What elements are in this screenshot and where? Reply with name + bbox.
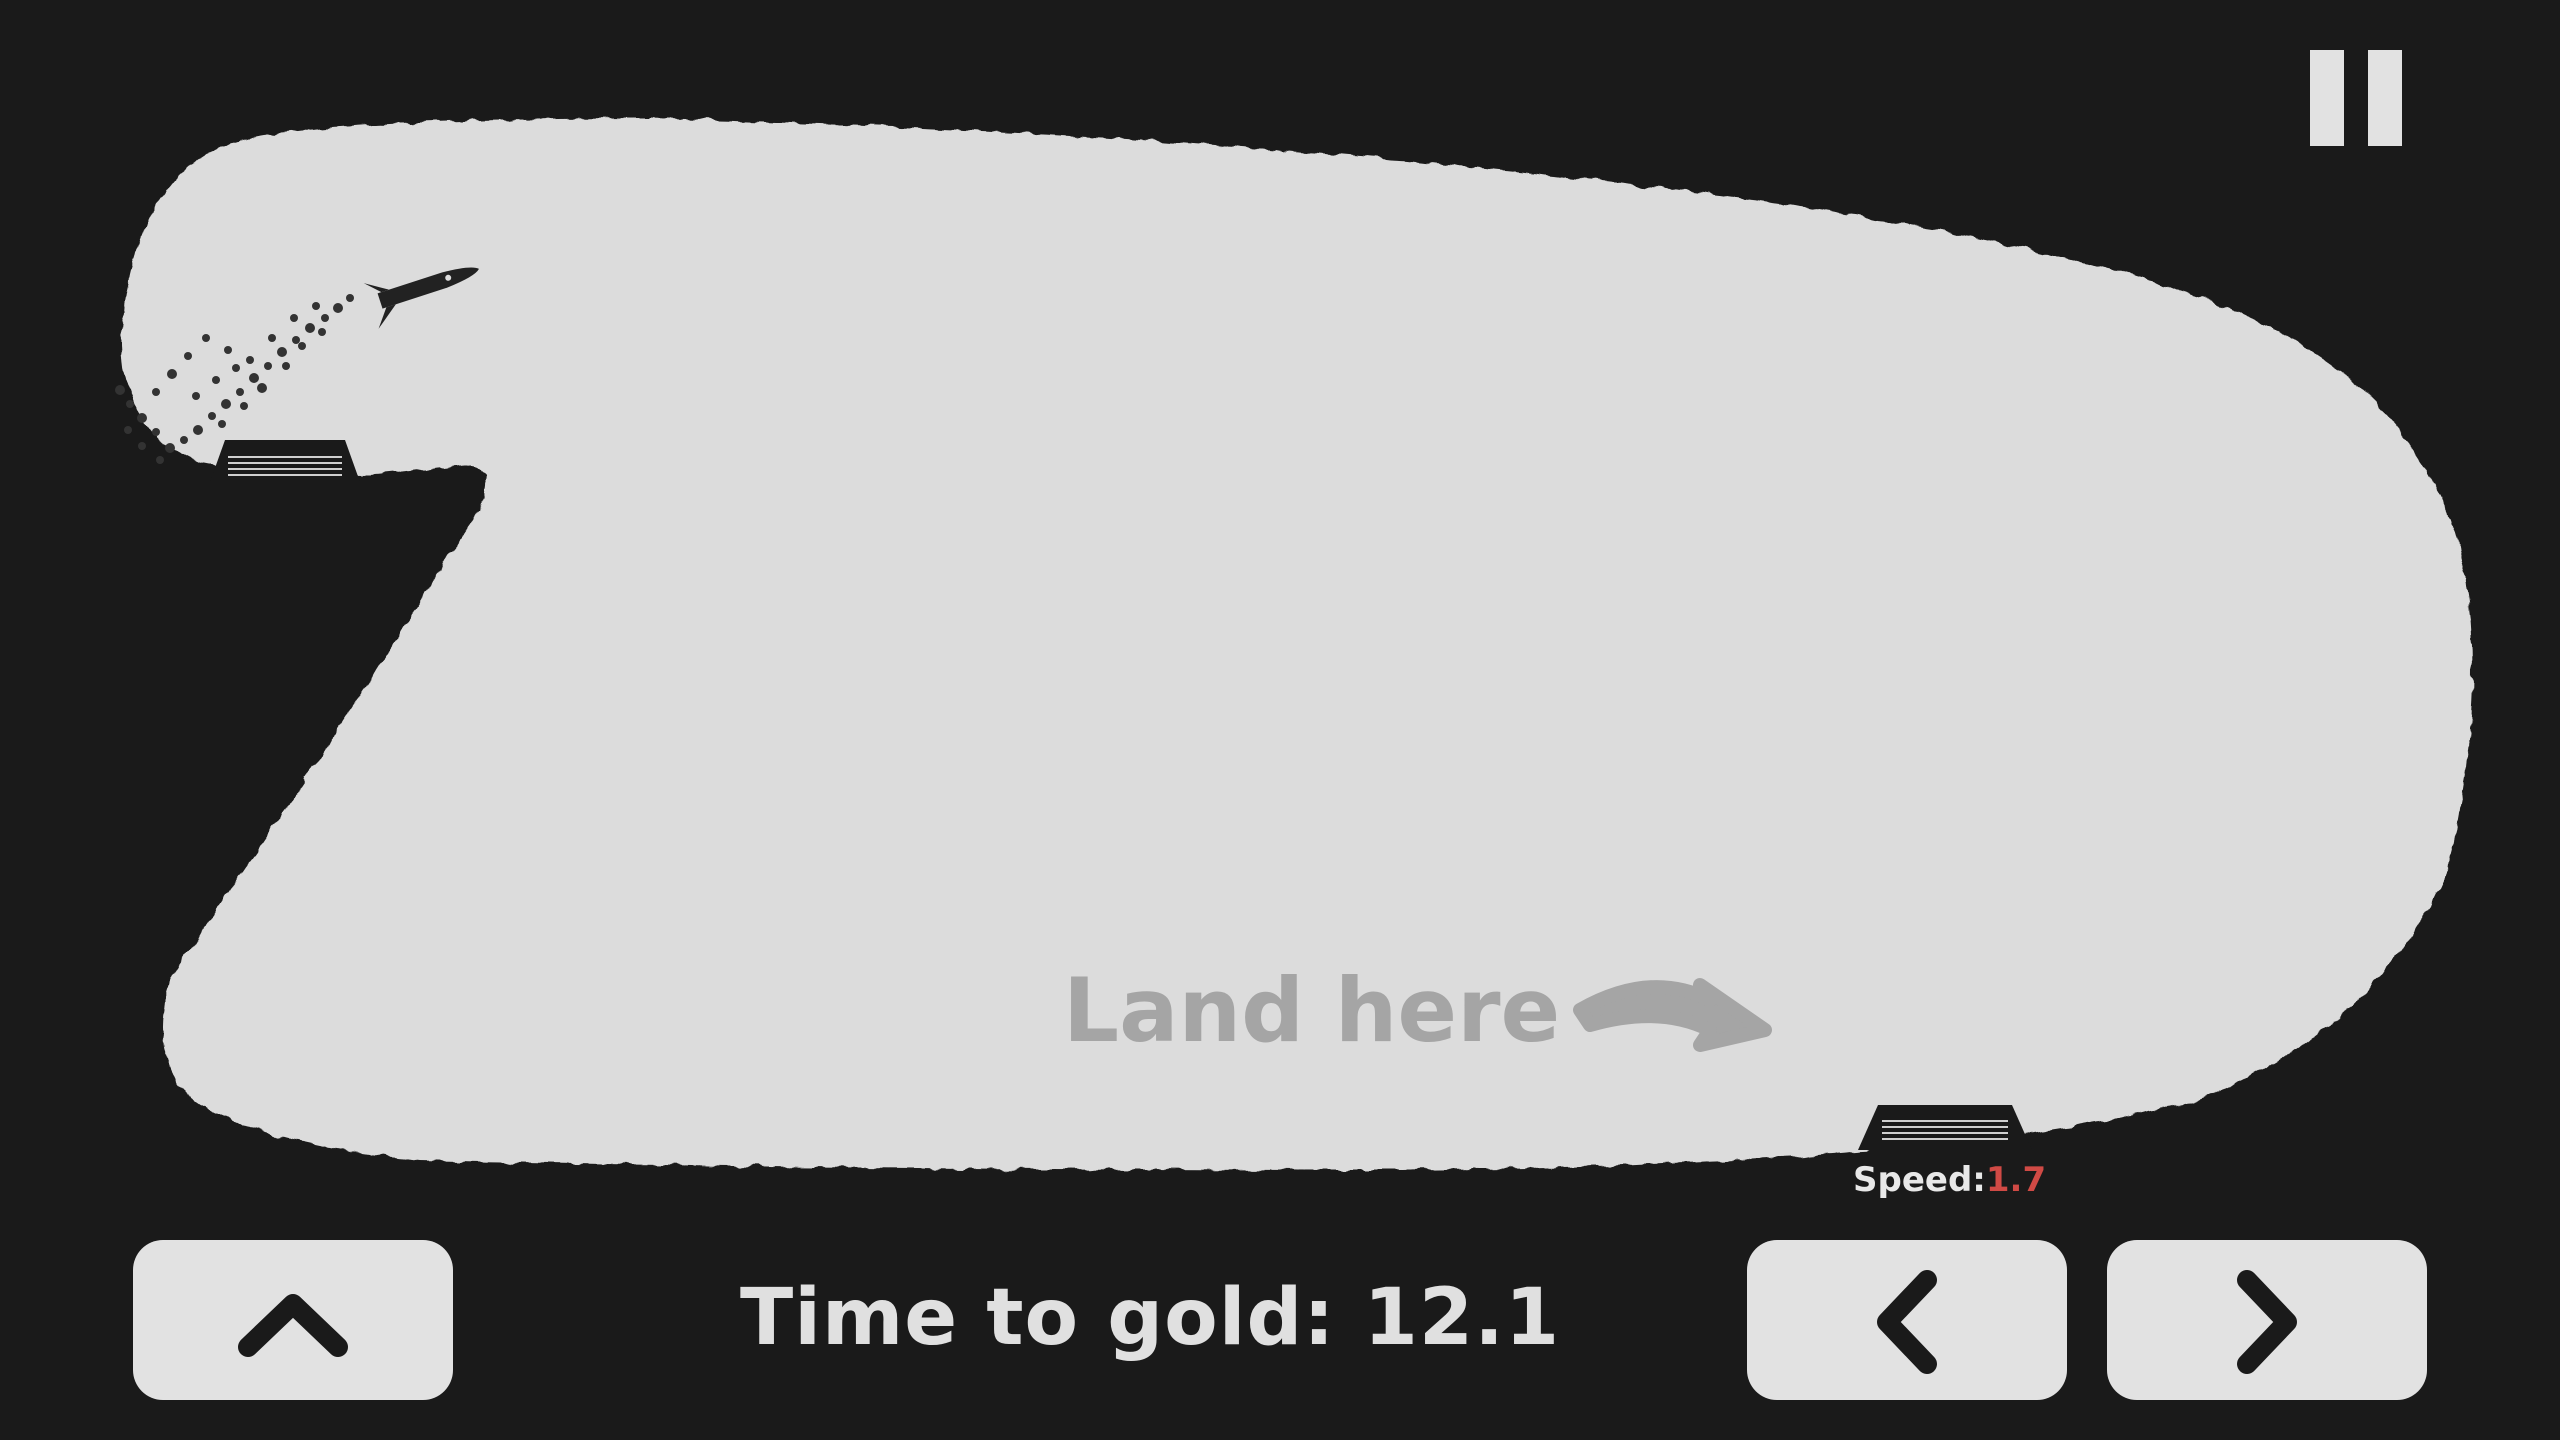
rotate-right-button[interactable] — [2107, 1240, 2427, 1400]
speed-value: 1.7 — [1985, 1160, 2047, 1200]
game-stage: Land here Speed:1.7 Time to gold: 12.1 — [0, 0, 2560, 1440]
chevron-up-icon — [238, 1294, 348, 1357]
land-here-hint: Land here — [1063, 959, 1561, 1062]
cave-area — [115, 118, 2473, 1170]
start-landing-pad — [210, 440, 360, 482]
timer-label: Time to gold: — [740, 1273, 1336, 1363]
thrust-button[interactable] — [133, 1240, 453, 1400]
time-to-gold: Time to gold: 12.1 — [740, 1268, 1559, 1368]
goal-landing-pad — [1858, 1105, 2032, 1150]
speed-readout: Speed:1.7 — [1853, 1158, 2046, 1202]
pause-button[interactable] — [2310, 50, 2410, 150]
rotate-left-button[interactable] — [1747, 1240, 2067, 1400]
chevron-left-icon — [1877, 1270, 1937, 1374]
speed-label: Speed: — [1853, 1160, 1986, 1200]
chevron-right-icon — [2237, 1270, 2297, 1374]
timer-value: 12.1 — [1363, 1273, 1561, 1363]
